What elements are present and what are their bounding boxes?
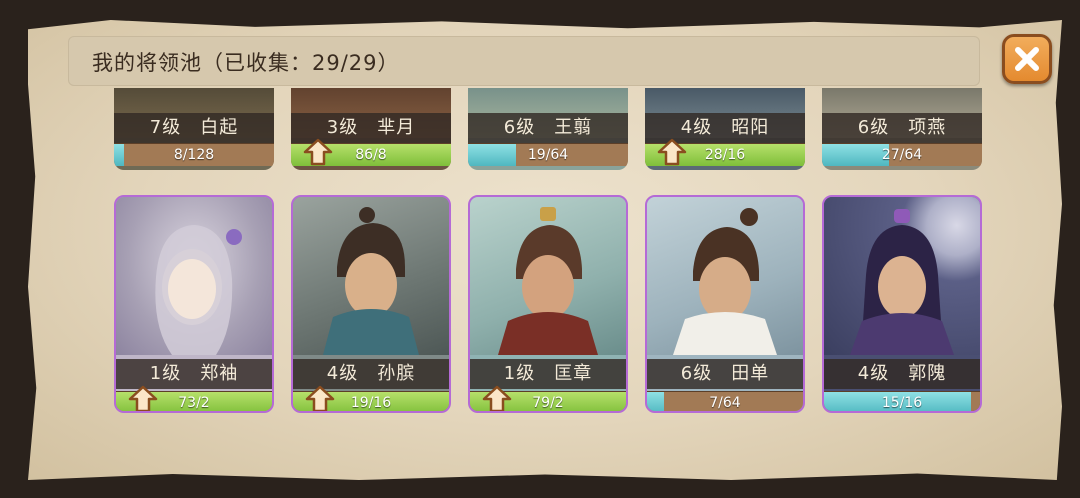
general-card-wangjian[interactable]: 6级 王翦 19/64: [468, 88, 628, 170]
general-portrait: [824, 197, 980, 355]
general-portrait: [293, 197, 449, 355]
general-card-sunbin[interactable]: 4级 孙膑 19/16: [291, 195, 451, 413]
upgrade-arrow-icon: [128, 385, 158, 411]
general-name: 6级 项燕: [822, 113, 982, 143]
general-portrait: [470, 197, 626, 355]
general-name: 6级 王翦: [468, 113, 628, 143]
upgrade-arrow-icon: [657, 138, 687, 166]
general-name: 6级 田单: [647, 359, 803, 389]
portrait-figure: [850, 209, 954, 355]
general-card-kuangzhang[interactable]: 1级 匡章 79/2: [468, 195, 628, 413]
fragment-count: 7/64: [709, 395, 741, 411]
fragment-progress-bar: 19/64: [468, 143, 628, 166]
close-button[interactable]: [1002, 34, 1052, 84]
upgrade-arrow-icon: [303, 138, 333, 166]
fragment-count: 15/16: [881, 395, 923, 411]
general-card-baiqi[interactable]: 7级 白起 8/128: [114, 88, 274, 170]
general-name: 4级 郭隗: [824, 359, 980, 389]
fragment-count: 8/128: [173, 147, 215, 163]
general-name: 7级 白起: [114, 113, 274, 143]
panel-title: 我的将领池（已收集：29/29）: [92, 51, 400, 75]
upgrade-arrow-icon: [305, 385, 335, 411]
general-portrait: [116, 197, 272, 355]
general-card-tiandan[interactable]: 6级 田单 7/64: [645, 195, 805, 413]
general-card-zhengxiu[interactable]: 1级 郑袖 73/2: [114, 195, 274, 413]
fragment-count: 27/64: [881, 147, 923, 163]
general-card-miyue[interactable]: 3级 芈月 86/8: [291, 88, 451, 170]
fragment-progress-bar: 15/16: [824, 391, 980, 411]
general-card-guowei[interactable]: 4级 郭隗 15/16: [822, 195, 982, 413]
close-icon: [1015, 47, 1039, 71]
general-grid[interactable]: 7级 白起 8/128 3级 芈月 86/8 6级 王翦 19/64 4级 昭阳…: [110, 88, 990, 428]
portrait-figure: [155, 225, 242, 355]
fragment-count: 19/64: [527, 147, 569, 163]
portrait-figure: [673, 208, 777, 355]
title-bar: 我的将领池（已收集：29/29）: [68, 36, 980, 86]
portrait-figure: [323, 207, 419, 355]
general-card-xiangyan[interactable]: 6级 项燕 27/64: [822, 88, 982, 170]
portrait-figure: [498, 207, 598, 355]
fragment-progress-bar: 8/128: [114, 143, 274, 166]
fragment-progress-bar: 7/64: [647, 391, 803, 411]
general-portrait: [647, 197, 803, 355]
upgrade-arrow-icon: [482, 385, 512, 411]
fragment-progress-bar: 27/64: [822, 143, 982, 166]
general-card-zhaoyang[interactable]: 4级 昭阳 28/16: [645, 88, 805, 170]
